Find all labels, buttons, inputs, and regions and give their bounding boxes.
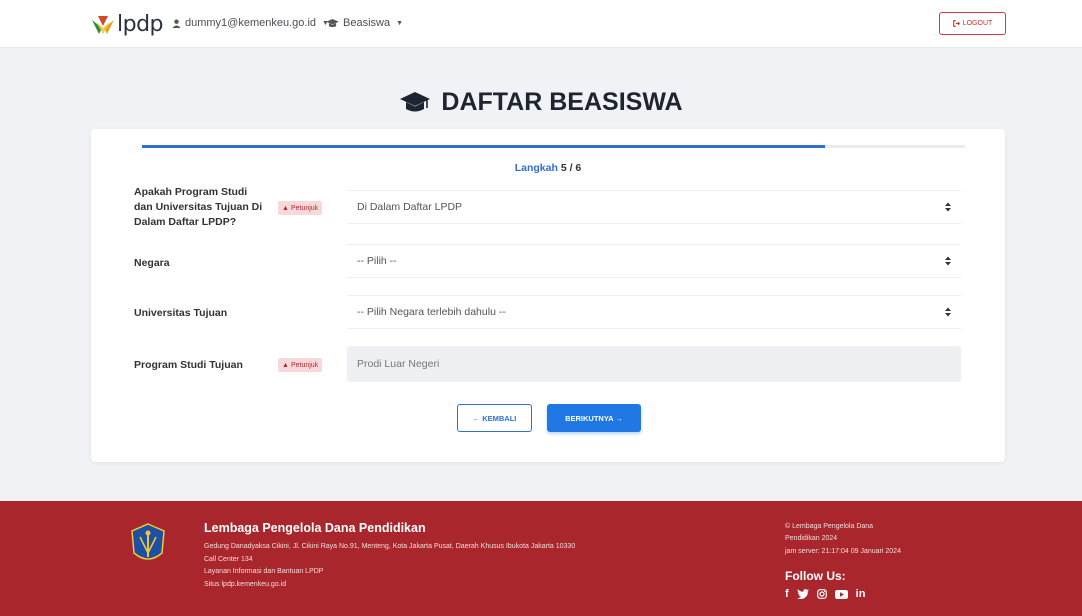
graduation-cap-icon <box>400 91 431 111</box>
footer-server-time: jam server: 21:17:04 09 Januari 2024 <box>785 548 901 555</box>
footer-copyright-line1: © Lembaga Pengelola Dana <box>785 523 874 530</box>
hint-badge-program[interactable]: ▲ Petunjuk <box>278 358 323 372</box>
program-input[interactable]: Prodi Luar Negeri <box>347 346 961 382</box>
back-button[interactable]: ← KEMBALI <box>457 404 532 432</box>
progress-bar <box>142 145 965 148</box>
sort-arrows-icon <box>945 307 951 317</box>
university-select[interactable]: -- Pilih Negara terlebih dahulu -- <box>347 295 961 329</box>
user-email: dummy1@kemenkeu.go.id <box>185 17 317 29</box>
program-input-value: Prodi Luar Negeri <box>357 358 440 370</box>
step-value: 5 / 6 <box>560 162 582 174</box>
warning-icon: ▲ <box>282 204 289 212</box>
next-button[interactable]: BERIKUTNYA → <box>547 404 641 432</box>
page-title-text: DAFTAR BEASISWA <box>441 88 683 116</box>
chevron-down-icon: ▼ <box>396 19 404 27</box>
follow-us-label: Follow Us: <box>785 569 846 583</box>
step-indicator: Langkah 5 / 6 <box>91 162 1005 174</box>
hint-badge-question[interactable]: ▲ Petunjuk <box>278 201 323 215</box>
footer-site-link[interactable]: Situs lpdp.kemenkeu.go.id <box>204 581 286 588</box>
facebook-icon[interactable]: f <box>785 588 789 600</box>
footer-info-service: Layanan Informasi dan Bantuan LPDP <box>204 568 324 575</box>
instagram-icon[interactable] <box>816 589 827 599</box>
footer-copyright-line2: Pendidikan 2024 <box>785 535 838 542</box>
page-title: DAFTAR BEASISWA <box>0 88 1082 117</box>
in-list-select-value: Di Dalam Daftar LPDP <box>357 201 463 213</box>
twitter-icon[interactable] <box>796 589 809 599</box>
footer-address: Gedung Danadyaksa Cikini, Jl. Cikini Ray… <box>204 543 576 550</box>
registration-form-card: Langkah 5 / 6 Apakah Program Studi dan U… <box>91 129 1005 462</box>
lpdp-logo[interactable]: lpdp <box>90 12 164 37</box>
question-in-list-label: Apakah Program Studi dan Universitas Tuj… <box>134 186 263 228</box>
user-icon <box>172 19 181 28</box>
footer-call-center: Call Center 134 <box>204 556 253 563</box>
youtube-icon[interactable] <box>834 589 848 599</box>
footer: Lembaga Pengelola Dana Pendidikan Gedung… <box>0 501 1082 616</box>
sort-arrows-icon <box>945 202 951 212</box>
beasiswa-menu-dropdown[interactable]: Beasiswa ▼ <box>326 17 403 29</box>
warning-icon: ▲ <box>282 361 289 369</box>
university-select-value: -- Pilih Negara terlebih dahulu -- <box>357 306 506 318</box>
user-menu-dropdown[interactable]: dummy1@kemenkeu.go.id ▼ <box>172 17 329 29</box>
kemenkeu-emblem-icon <box>131 523 165 560</box>
logout-button[interactable]: LOGOUT <box>939 12 1006 35</box>
sort-arrows-icon <box>945 256 951 266</box>
logout-label: LOGOUT <box>962 20 993 27</box>
social-links: f in <box>785 588 865 600</box>
hint-badge-label: Petunjuk <box>290 204 319 212</box>
footer-org-name: Lembaga Pengelola Dana Pendidikan <box>204 521 426 535</box>
country-select[interactable]: -- Pilih -- <box>347 244 961 278</box>
sign-out-icon <box>952 20 960 27</box>
in-list-select[interactable]: Di Dalam Daftar LPDP <box>347 190 961 224</box>
step-word: Langkah <box>514 162 558 174</box>
logo-text: lpdp <box>117 12 164 37</box>
linkedin-icon[interactable]: in <box>856 588 866 600</box>
country-label: Negara <box>134 257 170 269</box>
lpdp-logo-icon <box>92 15 114 34</box>
program-label: Program Studi Tujuan <box>134 359 243 371</box>
progress-bar-fill <box>142 145 826 148</box>
hint-badge-label: Petunjuk <box>290 361 319 369</box>
beasiswa-label: Beasiswa <box>343 17 391 29</box>
graduation-cap-icon <box>326 18 339 27</box>
university-label: Universitas Tujuan <box>134 307 228 319</box>
country-select-value: -- Pilih -- <box>357 255 397 267</box>
navbar: lpdp dummy1@kemenkeu.go.id ▼ Beasiswa ▼ … <box>0 0 1082 48</box>
